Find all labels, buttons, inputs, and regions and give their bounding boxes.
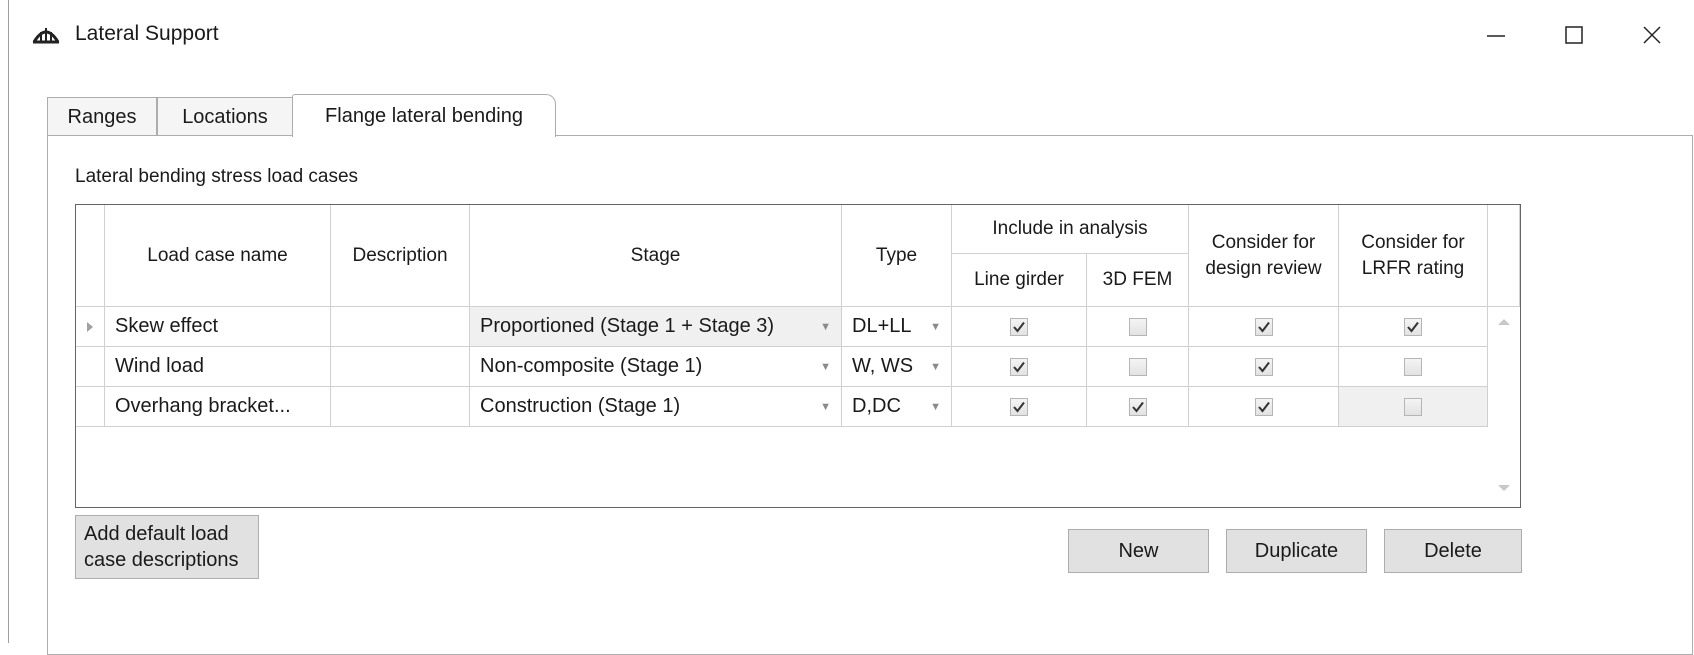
window-title: Lateral Support bbox=[75, 22, 219, 45]
cell-lrfr-rating bbox=[1339, 307, 1488, 347]
cell-line-girder bbox=[952, 347, 1087, 387]
row-indicator[interactable] bbox=[76, 387, 105, 427]
check-icon bbox=[1013, 361, 1025, 373]
cell-3d-fem bbox=[1087, 387, 1189, 427]
cell-design-review bbox=[1189, 347, 1339, 387]
cell-description[interactable] bbox=[331, 347, 470, 387]
maximize-icon bbox=[1565, 26, 1583, 44]
col-header-include-in-analysis: Include in analysis bbox=[952, 205, 1189, 254]
title-bar: Lateral Support bbox=[9, 0, 1694, 72]
cell-description[interactable] bbox=[331, 387, 470, 427]
type-value: DL+LL bbox=[852, 315, 912, 337]
col-header-load-case-name[interactable]: Load case name bbox=[105, 205, 331, 307]
section-label: Lateral bending stress load cases bbox=[75, 166, 359, 187]
stage-dropdown[interactable]: Construction (Stage 1) ▼ bbox=[470, 387, 842, 427]
dropdown-arrow-icon: ▼ bbox=[930, 400, 941, 413]
col-header-type[interactable]: Type bbox=[842, 205, 952, 307]
design-review-checkbox[interactable] bbox=[1254, 357, 1273, 376]
load-cases-grid[interactable]: Load case name Description Stage Type In… bbox=[75, 204, 1521, 508]
design-review-checkbox[interactable] bbox=[1254, 317, 1273, 336]
cell-load-case-name[interactable]: Wind load bbox=[105, 347, 331, 387]
stage-value: Construction (Stage 1) bbox=[480, 395, 681, 417]
cell-load-case-name[interactable]: Overhang bracket... bbox=[105, 387, 331, 427]
delete-button[interactable]: Delete bbox=[1384, 529, 1522, 573]
design-review-checkbox[interactable] bbox=[1254, 397, 1273, 416]
scroll-up-arrow-icon[interactable] bbox=[1496, 317, 1512, 327]
window-border bbox=[8, 0, 9, 643]
type-dropdown[interactable]: DL+LL ▼ bbox=[842, 307, 952, 347]
row-indicator[interactable] bbox=[76, 347, 105, 387]
check-icon bbox=[1407, 321, 1419, 333]
tab-locations[interactable]: Locations bbox=[157, 97, 293, 135]
lrfr-rating-checkbox[interactable] bbox=[1404, 317, 1422, 336]
row-pointer-icon bbox=[87, 321, 93, 332]
stage-dropdown[interactable]: Non-composite (Stage 1) ▼ bbox=[470, 347, 842, 387]
type-value: D,DC bbox=[852, 395, 901, 417]
add-default-load-case-descriptions-button[interactable]: Add default load case descriptions bbox=[75, 515, 259, 579]
close-icon bbox=[1643, 26, 1661, 44]
tab-ranges[interactable]: Ranges bbox=[47, 97, 157, 135]
lrfr-rating-checkbox[interactable] bbox=[1404, 357, 1422, 376]
maximize-button[interactable] bbox=[1544, 10, 1604, 60]
cell-3d-fem bbox=[1087, 307, 1189, 347]
check-icon bbox=[1257, 401, 1270, 413]
scroll-down-arrow-icon[interactable] bbox=[1496, 483, 1512, 493]
minimize-icon bbox=[1487, 35, 1505, 37]
line-girder-checkbox[interactable] bbox=[1010, 317, 1028, 336]
type-dropdown[interactable]: D,DC ▼ bbox=[842, 387, 952, 427]
stage-dropdown[interactable]: Proportioned (Stage 1 + Stage 3) ▼ bbox=[470, 307, 842, 347]
3d-fem-checkbox[interactable] bbox=[1128, 357, 1147, 376]
check-icon bbox=[1257, 321, 1270, 333]
line-girder-checkbox[interactable] bbox=[1010, 357, 1028, 376]
col-header-stage[interactable]: Stage bbox=[470, 205, 842, 307]
col-header-lrfr-rating[interactable]: Consider for LRFR rating bbox=[1339, 205, 1488, 307]
cell-lrfr-rating bbox=[1339, 347, 1488, 387]
duplicate-button[interactable]: Duplicate bbox=[1226, 529, 1367, 573]
stage-value: Non-composite (Stage 1) bbox=[480, 355, 703, 377]
cell-lrfr-rating bbox=[1339, 387, 1488, 427]
new-button[interactable]: New bbox=[1068, 529, 1209, 573]
row-header-corner bbox=[76, 205, 105, 307]
check-icon bbox=[1257, 361, 1270, 373]
scrollbar-header-spacer bbox=[1488, 205, 1520, 307]
col-header-3d-fem[interactable]: 3D FEM bbox=[1087, 254, 1189, 307]
bridge-icon bbox=[32, 28, 60, 44]
cell-design-review bbox=[1189, 387, 1339, 427]
3d-fem-checkbox[interactable] bbox=[1128, 317, 1147, 336]
col-header-design-review[interactable]: Consider for design review bbox=[1189, 205, 1339, 307]
type-dropdown[interactable]: W, WS ▼ bbox=[842, 347, 952, 387]
minimize-button[interactable] bbox=[1466, 10, 1526, 60]
col-header-line-girder[interactable]: Line girder bbox=[952, 254, 1087, 307]
3d-fem-checkbox[interactable] bbox=[1128, 397, 1147, 416]
cell-design-review bbox=[1189, 307, 1339, 347]
stage-value: Proportioned (Stage 1 + Stage 3) bbox=[480, 315, 775, 337]
check-icon bbox=[1013, 401, 1025, 413]
row-indicator[interactable] bbox=[76, 307, 105, 347]
dropdown-arrow-icon: ▼ bbox=[930, 320, 941, 333]
dropdown-arrow-icon: ▼ bbox=[820, 400, 831, 413]
cell-line-girder bbox=[952, 387, 1087, 427]
lrfr-rating-checkbox[interactable] bbox=[1404, 397, 1422, 416]
cell-description[interactable] bbox=[331, 307, 470, 347]
cell-3d-fem bbox=[1087, 347, 1189, 387]
type-value: W, WS bbox=[852, 355, 914, 377]
cell-line-girder bbox=[952, 307, 1087, 347]
close-button[interactable] bbox=[1622, 10, 1682, 60]
line-girder-checkbox[interactable] bbox=[1010, 397, 1028, 416]
dropdown-arrow-icon: ▼ bbox=[930, 360, 941, 373]
cell-load-case-name[interactable]: Skew effect bbox=[105, 307, 331, 347]
tab-flange-lateral-bending[interactable]: Flange lateral bending bbox=[292, 94, 556, 137]
check-icon bbox=[1131, 401, 1144, 413]
grid-scrollbar[interactable] bbox=[1488, 307, 1520, 507]
check-icon bbox=[1013, 321, 1025, 333]
col-header-description[interactable]: Description bbox=[331, 205, 470, 307]
dropdown-arrow-icon: ▼ bbox=[820, 320, 831, 333]
dropdown-arrow-icon: ▼ bbox=[820, 360, 831, 373]
